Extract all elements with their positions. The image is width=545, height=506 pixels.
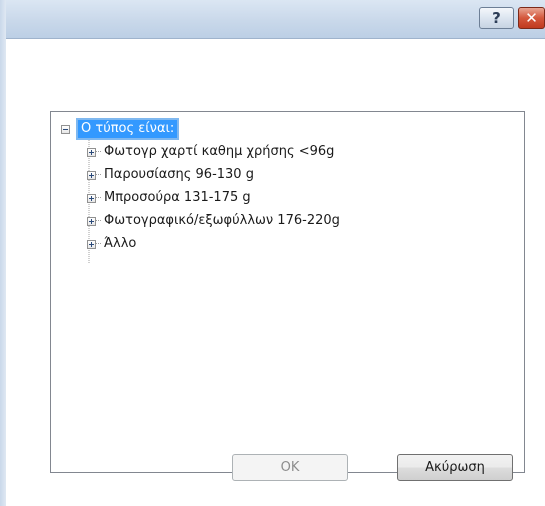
- expand-icon[interactable]: [87, 147, 96, 157]
- ok-button[interactable]: OK: [232, 454, 348, 481]
- cancel-button[interactable]: Ακύρωση: [397, 454, 513, 481]
- title-bar: ? ✕: [0, 0, 545, 39]
- close-icon: ✕: [525, 8, 538, 27]
- tree-connector: [96, 174, 101, 176]
- tree-item-brochure[interactable]: Μπροσούρα 131-175 g: [87, 188, 251, 208]
- tree-connector: [96, 243, 101, 245]
- expand-icon[interactable]: [87, 170, 96, 180]
- expand-icon[interactable]: [87, 193, 96, 203]
- collapse-icon[interactable]: [61, 124, 70, 134]
- tree-connector: [96, 220, 101, 222]
- help-button[interactable]: ?: [479, 7, 514, 29]
- dialog-window: ? ✕ Ο τύπος είναι: Φωτογρ χαρτί καθημ χρ…: [0, 0, 545, 506]
- help-icon: ?: [492, 8, 501, 27]
- tree-connector: [96, 151, 101, 153]
- paper-type-tree[interactable]: Ο τύπος είναι: Φωτογρ χαρτί καθημ χρήσης…: [50, 111, 525, 473]
- tree-connector: [96, 197, 101, 199]
- tree-item-presentation[interactable]: Παρουσίασης 96-130 g: [87, 165, 254, 185]
- dialog-client-area: Ο τύπος είναι: Φωτογρ χαρτί καθημ χρήσης…: [6, 39, 545, 506]
- tree-item-label: Φωτογρ χαρτί καθημ χρήσης <96g: [104, 144, 335, 159]
- tree-item-label: Φωτογραφικό/εξωφύλλων 176-220g: [104, 213, 340, 228]
- tree-root-label: Ο τύπος είναι:: [75, 118, 180, 140]
- tree-root-node[interactable]: Ο τύπος είναι:: [61, 118, 180, 140]
- tree-item-plain-photo-paper[interactable]: Φωτογρ χαρτί καθημ χρήσης <96g: [87, 142, 334, 162]
- tree-item-photo-cover[interactable]: Φωτογραφικό/εξωφύλλων 176-220g: [87, 211, 340, 231]
- tree-item-label: Παρουσίασης 96-130 g: [104, 167, 254, 182]
- expand-icon[interactable]: [87, 216, 96, 226]
- tree-item-other[interactable]: Άλλο: [87, 234, 136, 254]
- close-button[interactable]: ✕: [518, 7, 545, 29]
- expand-icon[interactable]: [87, 239, 96, 249]
- tree-item-label: Άλλο: [104, 236, 137, 251]
- tree-item-label: Μπροσούρα 131-175 g: [104, 190, 251, 205]
